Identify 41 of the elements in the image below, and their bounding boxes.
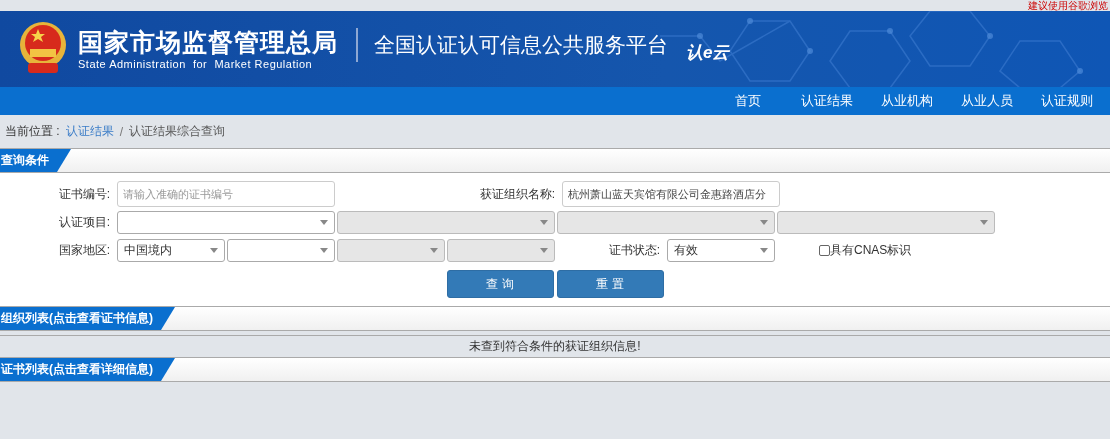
nav-link[interactable]: 从业人员: [958, 90, 1016, 112]
field-label: 认证项目:: [57, 213, 111, 231]
nav-link[interactable]: 从业机构: [878, 90, 936, 112]
breadcrumb-current: 认证结果综合查询: [129, 123, 225, 140]
dropdown[interactable]: [227, 238, 335, 262]
field-label: 证书状态:: [607, 241, 661, 259]
checkbox-label: 具有CNAS标识: [830, 241, 912, 259]
field-label: 证书编号:: [57, 185, 111, 203]
browser-notice: 建议使用谷歌浏览: [1028, 0, 1109, 11]
input-field[interactable]: 请输入准确的证书编号: [117, 181, 335, 207]
caret-icon: [540, 247, 548, 253]
section-title[interactable]: 证书列表(点击查看详细信息): [0, 358, 175, 381]
field-label: 国家地区:: [57, 241, 111, 259]
checkbox[interactable]: [819, 244, 830, 256]
caret-icon: [540, 219, 548, 225]
agency-subtitle: State Administration for Market Regulation: [78, 57, 314, 71]
platform-title: 全国认证认可信息公共服务平台: [374, 32, 668, 58]
section-title[interactable]: 组织列表(点击查看证书信息): [0, 307, 175, 330]
caret-icon: [760, 247, 768, 253]
caret-icon: [210, 247, 218, 253]
action-button[interactable]: 查 询: [446, 270, 554, 298]
dropdown[interactable]: 有效: [667, 238, 775, 262]
caret-icon: [320, 219, 328, 225]
field-label: 获证组织名称:: [478, 185, 556, 203]
breadcrumb-label: 当前位置 :: [5, 123, 60, 140]
nav-link[interactable]: 认证规则: [1038, 90, 1096, 112]
caret-icon: [320, 247, 328, 253]
dropdown[interactable]: 中国境内: [117, 238, 225, 262]
caret-icon: [980, 219, 988, 225]
nav-link[interactable]: 认证结果: [798, 90, 856, 112]
section-title: 查询条件: [0, 149, 71, 172]
agency-title: 国家市场监督管理总局: [78, 27, 338, 57]
caret-icon: [760, 219, 768, 225]
dropdown[interactable]: [117, 210, 335, 234]
nav-link[interactable]: 首页: [732, 90, 764, 112]
breadcrumb-link[interactable]: 认证结果: [65, 123, 114, 140]
breadcrumb-separator: /: [119, 124, 123, 139]
input-field[interactable]: 杭州萧山蓝天宾馆有限公司金惠路酒店分: [562, 181, 780, 207]
platform-logo: 认e云: [686, 41, 730, 64]
action-button[interactable]: 重 置: [556, 270, 664, 298]
caret-icon: [430, 247, 438, 253]
